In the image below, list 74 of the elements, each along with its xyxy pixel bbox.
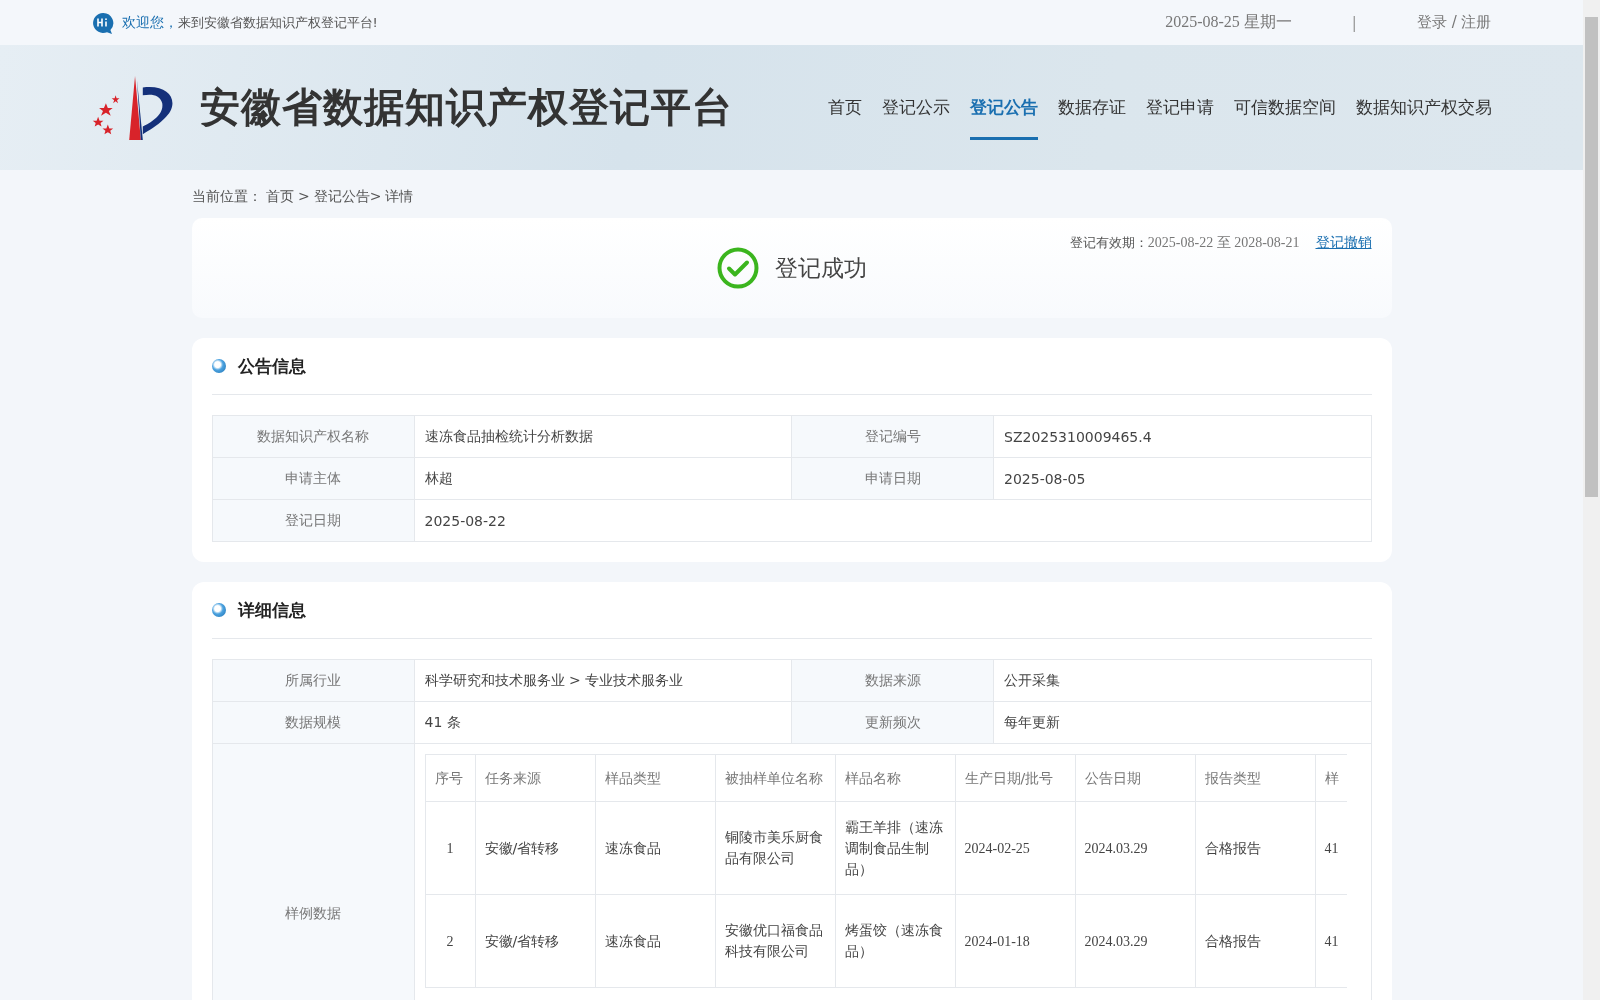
table-cell: 速冻食品 xyxy=(604,932,661,949)
field-label: 申请日期 xyxy=(792,458,994,500)
section-title: 公告信息 xyxy=(237,354,306,378)
field-label: 登记日期 xyxy=(212,500,415,542)
validity-dates: 2025-08-22 至 2028-08-21 xyxy=(1147,234,1300,252)
column-header: 样品名称 xyxy=(835,754,955,802)
breadcrumb-link[interactable]: 登记公告> xyxy=(313,188,382,206)
field-label: 所属行业 xyxy=(212,660,415,702)
table-cell: 2024.03.29 xyxy=(1084,840,1148,856)
date-text: 2025-08-25 星期一 xyxy=(1165,12,1292,32)
nav-tab[interactable]: 登记公示 xyxy=(881,45,950,170)
column-header: 样品类型 xyxy=(595,754,715,802)
field-label: 样例数据 xyxy=(212,744,415,1000)
check-circle-icon xyxy=(716,247,759,289)
site-title: 安徽省数据知识产权登记平台 xyxy=(199,83,733,132)
field-value: 林超 xyxy=(414,458,792,500)
nav-tab[interactable]: 数据存证 xyxy=(1057,45,1126,170)
separator: | xyxy=(1351,13,1357,32)
table-cell: 合格报告 xyxy=(1204,839,1261,856)
table-cell: 速冻食品 xyxy=(604,839,661,856)
greeting-text: 欢迎您， xyxy=(121,13,178,32)
column-header: 报告类型 xyxy=(1195,754,1315,802)
bullet-icon xyxy=(211,603,226,617)
field-label: 数据规模 xyxy=(212,702,415,744)
column-header: 生产日期/批号 xyxy=(955,754,1075,802)
hi-chat-icon xyxy=(91,11,114,34)
nav-tab[interactable]: 首页 xyxy=(827,45,862,170)
field-label: 登记编号 xyxy=(792,416,994,458)
table-cell: 2024-01-18 xyxy=(964,933,1030,949)
field-value: 科学研究和技术服务业 > 专业技术服务业 xyxy=(414,660,792,702)
section-title: 详细信息 xyxy=(237,598,306,622)
field-value: 公开采集 xyxy=(994,660,1372,702)
column-header: 样 xyxy=(1315,754,1347,802)
table-cell: 2 xyxy=(446,933,454,949)
table-cell: 安徽优口福食品科技有限公司 xyxy=(724,922,823,959)
table-cell: 41 xyxy=(1324,933,1339,949)
login-register-link[interactable]: 登录 / 注册 xyxy=(1416,13,1492,32)
bullet-icon xyxy=(211,359,226,373)
column-header: 被抽样单位名称 xyxy=(715,754,835,802)
nav-tab[interactable]: 可信数据空间 xyxy=(1233,45,1336,170)
field-value: 每年更新 xyxy=(994,702,1372,744)
table-cell: 2024.03.29 xyxy=(1084,933,1148,949)
table-cell: 41 xyxy=(1324,840,1339,856)
table-cell: 烤蛋饺（速冻食品） xyxy=(844,922,943,959)
nav-tab[interactable]: 数据知识产权交易 xyxy=(1355,45,1492,170)
field-value: 2025-08-05 xyxy=(994,458,1372,500)
column-header: 公告日期 xyxy=(1075,754,1195,802)
scrollbar[interactable] xyxy=(1583,0,1600,1000)
breadcrumb-link[interactable]: 首页 > xyxy=(265,188,310,206)
column-header: 序号 xyxy=(425,754,475,802)
field-value: 速冻食品抽检统计分析数据 xyxy=(414,416,792,458)
table-cell: 2024-02-25 xyxy=(964,840,1030,856)
field-value: 2025-08-22 xyxy=(414,500,1372,542)
welcome-text: 来到安徽省数据知识产权登记平台! xyxy=(177,13,378,32)
table-cell: 安徽/省转移 xyxy=(484,932,560,949)
table-cell: 安徽/省转移 xyxy=(484,839,560,856)
field-label: 数据来源 xyxy=(792,660,994,702)
field-label: 申请主体 xyxy=(212,458,415,500)
table-cell: 合格报告 xyxy=(1204,932,1261,949)
breadcrumb-label: 当前位置： xyxy=(191,188,262,206)
table-cell: 1 xyxy=(446,840,454,856)
field-value: 41 条 xyxy=(414,702,792,744)
breadcrumb-current: 详情 xyxy=(385,188,414,206)
field-label: 更新频次 xyxy=(792,702,994,744)
table-cell: 铜陵市美乐厨食品有限公司 xyxy=(724,829,823,866)
field-label: 数据知识产权名称 xyxy=(212,416,415,458)
column-header: 任务来源 xyxy=(475,754,595,802)
field-value: SZ2025310009465.4 xyxy=(994,416,1372,458)
status-text: 登记成功 xyxy=(774,253,867,283)
revoke-link[interactable]: 登记撤销 xyxy=(1315,234,1372,252)
nav-tab[interactable]: 登记申请 xyxy=(1145,45,1214,170)
nav-tab[interactable]: 登记公告 xyxy=(969,45,1038,140)
validity-label: 登记有效期： xyxy=(1069,234,1148,252)
table-cell: 霸王羊排（速冻调制食品生制品） xyxy=(844,818,943,877)
